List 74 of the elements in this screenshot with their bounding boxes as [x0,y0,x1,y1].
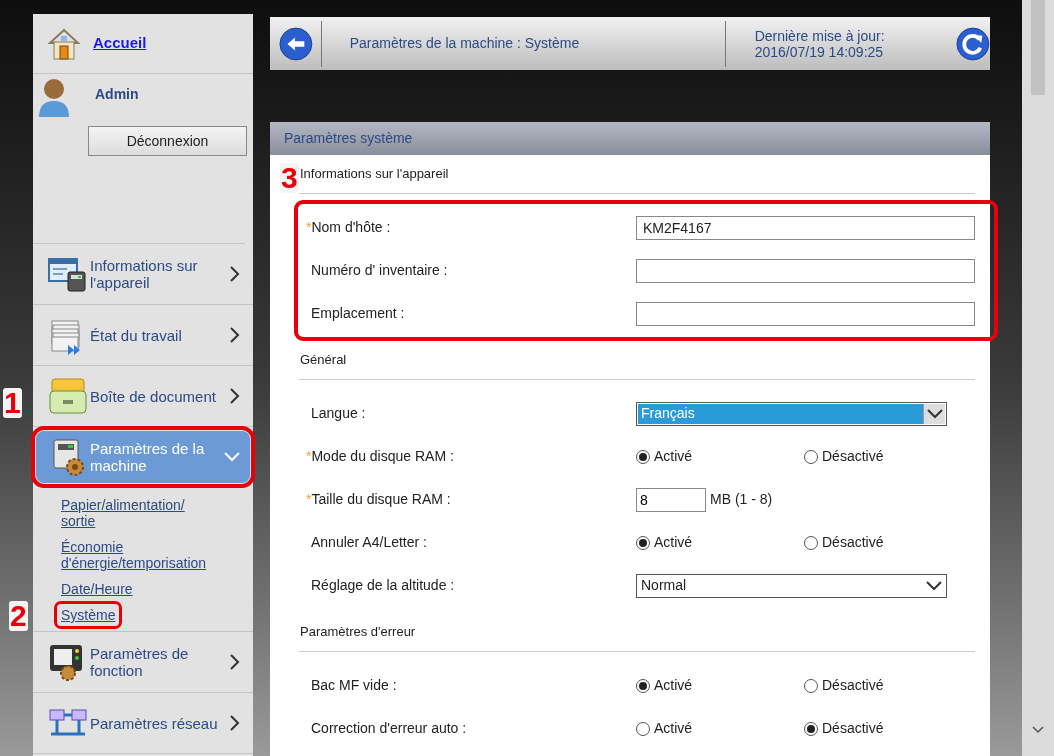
radio-label: Désactivé [822,676,884,695]
radio-label: Désactivé [822,719,884,738]
sidebar-item[interactable]: Boîte de document [36,366,250,426]
radio-button[interactable] [804,449,818,464]
scrollbar-thumb[interactable] [1031,0,1045,95]
user-avatar-icon [37,77,71,119]
chevron-right-icon [230,654,240,670]
radio-label: Activé [654,533,693,552]
radio-button[interactable] [636,678,650,693]
radio-label: Activé [654,676,693,695]
logout-button[interactable]: Déconnexion [88,126,247,156]
required-mark: * [306,490,312,509]
home-link[interactable]: Accueil [93,32,147,55]
number-field[interactable]: 8 [636,487,706,512]
last-update-time: 2016/07/19 14:09:25 [754,43,885,60]
chevron-down-icon [224,452,240,462]
radio-label: Désactivé [822,447,884,466]
radio-button[interactable] [804,535,818,550]
sidebar-item[interactable]: Paramètres réseau [36,693,250,753]
section-heading: Informations sur l'appareil [299,165,450,184]
field-label: Emplacement : [310,304,405,323]
submenu-link[interactable]: Papier/alimentation/ sortie [54,491,224,535]
panel-header: Paramètres système [270,122,990,155]
field-label: Mode du disque RAM : [311,447,454,466]
sidebar-item[interactable]: Paramètres de fonction [36,632,250,692]
sidebar-item[interactable]: Informations sur l'appareil [36,244,250,304]
document-box-icon [48,377,88,415]
page-title: Paramètres de la machine : Système [349,34,581,54]
chevron-right-icon [230,327,240,343]
last-update-label: Dernière mise à jour: [754,27,886,44]
field-label: Annuler A4/Letter : [310,533,427,552]
chevron-right-icon [230,388,240,404]
chevron-right-icon [230,266,240,282]
field-label: Bac MF vide : [310,676,397,695]
section-heading: Général [299,351,348,370]
text-field[interactable] [636,258,975,283]
chevron-down-icon [926,408,943,419]
radio-button[interactable] [804,678,818,693]
home-icon [47,26,81,61]
submenu-link[interactable]: Économie d'énergie/temporisation [54,533,224,577]
back-icon[interactable] [279,25,313,62]
scrollbar[interactable] [1022,0,1054,756]
radio-button[interactable] [804,721,818,736]
callout-number: 1 [3,388,22,418]
field-label: Réglage de la altitude : [310,576,455,595]
field-label: Correction d'erreur auto : [310,719,467,738]
radio-label: Activé [654,719,693,738]
text-field[interactable]: KM2F4167 [636,215,975,240]
refresh-icon[interactable] [956,25,990,62]
chevron-down-icon [926,580,942,591]
chevron-right-icon [230,715,240,731]
sidebar-item[interactable]: État du travail [36,305,250,365]
radio-label: Activé [654,447,693,466]
text-field[interactable] [636,301,975,326]
submenu-link[interactable]: Date/Heure [54,575,224,603]
unit-label: MB (1 - 8) [710,490,773,509]
required-mark: * [306,218,312,237]
radio-button[interactable] [636,721,650,736]
required-mark: * [306,447,312,466]
field-label: Taille du disque RAM : [311,490,451,509]
radio-button[interactable] [636,535,650,550]
field-label: Numéro d' inventaire : [310,261,448,280]
radio-label: Désactivé [822,533,884,552]
callout-number: 3 [280,163,299,193]
section-heading: Paramètres d'erreur [299,623,417,642]
field-label: Nom d'hôte : [311,218,391,237]
radio-button[interactable] [636,449,650,464]
user-name: Admin [95,85,139,104]
scroll-down-icon[interactable] [1032,726,1044,734]
dropdown[interactable]: Normal [636,573,947,598]
callout-number: 2 [9,601,28,631]
device-info-icon [48,256,88,292]
field-label: Langue : [310,404,366,423]
network-icon [48,708,88,738]
